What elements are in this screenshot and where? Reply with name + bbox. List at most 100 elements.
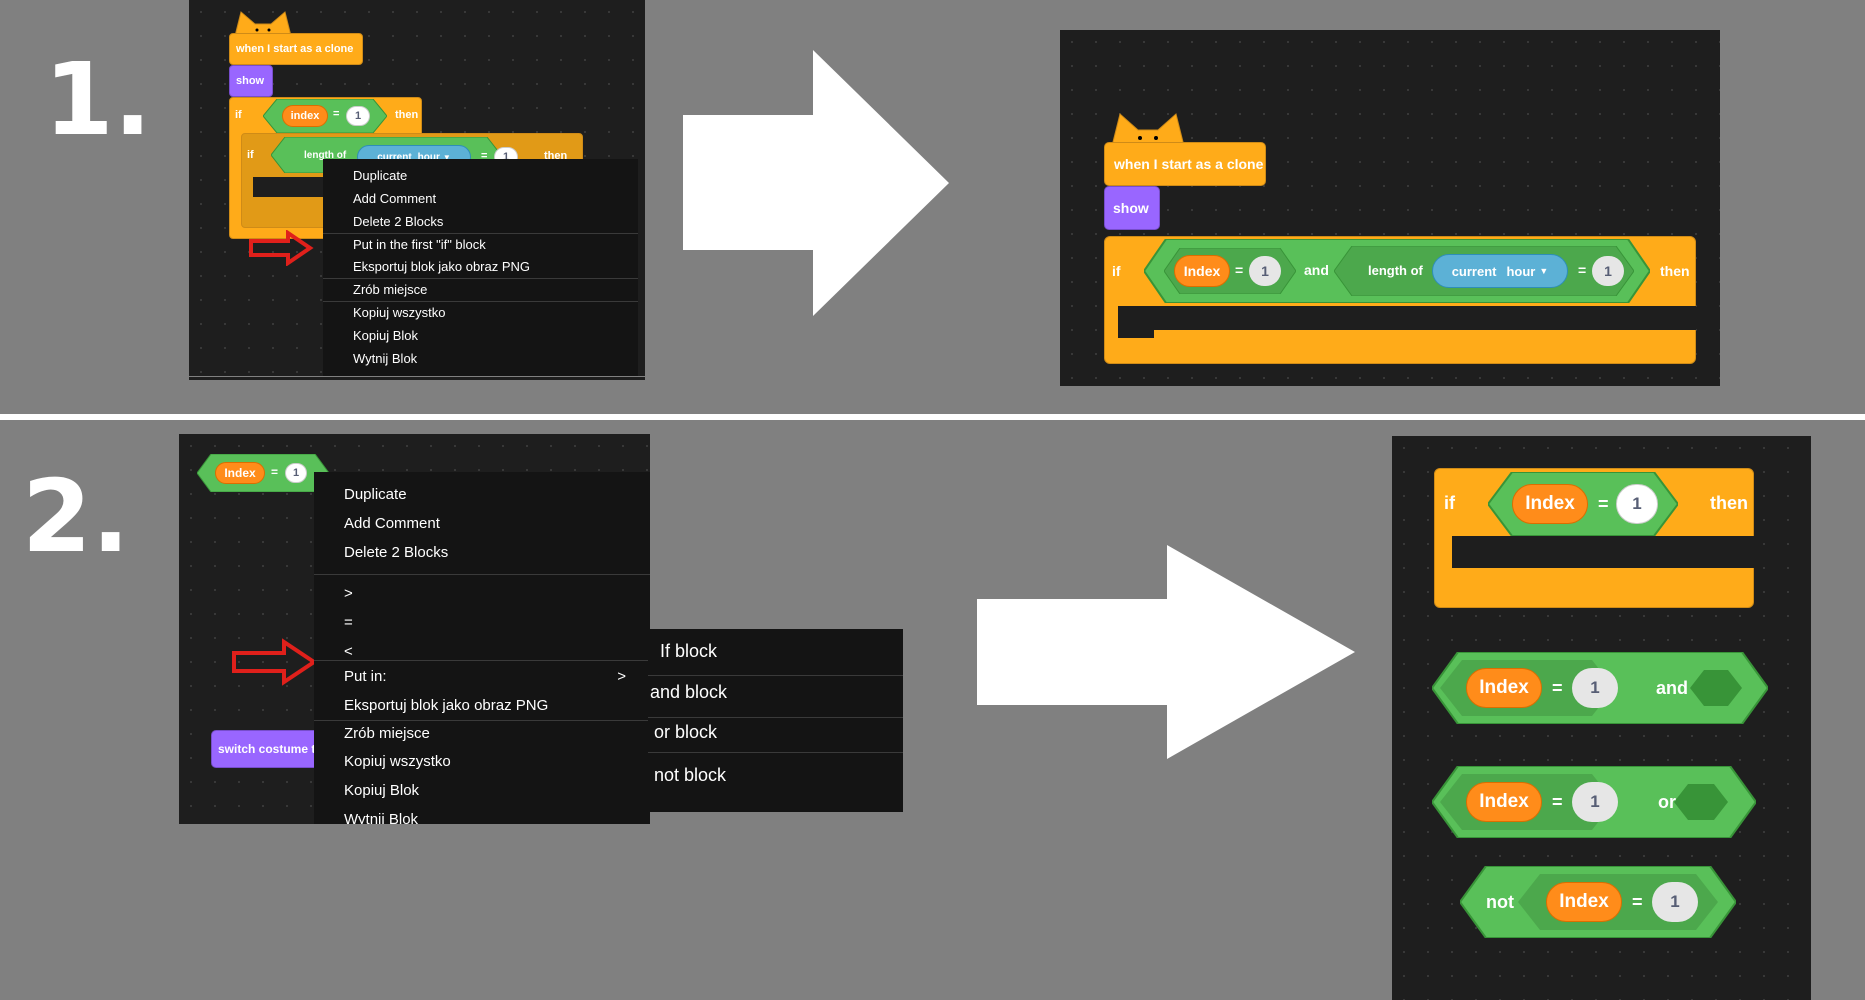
menu-item-copy-all[interactable]: Kopiuj wszystko — [323, 301, 638, 323]
show-block-label: show — [1113, 200, 1149, 216]
hat-block-label: when I start as a clone — [236, 43, 354, 55]
value-input-text: 1 — [1590, 678, 1600, 697]
menu-item-put-in[interactable]: Put in: > — [314, 662, 650, 690]
then-label: then — [395, 109, 419, 121]
value-input[interactable]: 1 — [1652, 882, 1698, 922]
value-input[interactable]: 1 — [1572, 668, 1618, 708]
then-label: then — [1660, 263, 1690, 279]
index-variable-pill[interactable]: Index — [1512, 484, 1588, 524]
panel-step2-after: if Index = 1 then Index = 1 and Index = … — [1392, 436, 1811, 1000]
panel-step1-after: when I start as a clone show if Index = … — [1060, 30, 1720, 386]
index-variable-pill[interactable]: Index — [1466, 668, 1542, 708]
current-hour-pill[interactable]: current hour ▼ — [1432, 254, 1568, 288]
pointer-arrow-icon — [232, 638, 318, 686]
show-block[interactable]: show — [1104, 186, 1160, 230]
equals-label: = — [333, 108, 340, 120]
value-input[interactable]: 1 — [346, 106, 370, 126]
hat-block-clone[interactable]: when I start as a clone — [1104, 142, 1266, 186]
submenu-item-if[interactable]: If block — [648, 635, 903, 667]
value-input-text: 1 — [1590, 792, 1600, 811]
menu-item-add-comment[interactable]: Add Comment — [314, 509, 650, 537]
inner-if-label: if — [247, 149, 254, 161]
pointer-arrow-icon — [249, 230, 314, 266]
switch-costume-block[interactable]: switch costume t — [211, 730, 331, 768]
index-variable-pill[interactable]: Index — [1174, 255, 1230, 287]
index-variable-pill[interactable]: Index — [1466, 782, 1542, 822]
if-label: if — [1444, 493, 1455, 513]
equals-label: = — [271, 465, 279, 479]
menu-item-export-png[interactable]: Eksportuj blok jako obraz PNG — [323, 255, 638, 277]
panel-step1-before: when I start as a clone show if index = … — [189, 0, 645, 376]
value-input[interactable]: 1 — [1616, 484, 1658, 524]
submenu-item-not[interactable]: not block — [648, 757, 903, 793]
panel-step2-before: Index = 1 switch costume t Duplicate Add… — [179, 434, 650, 824]
value-input[interactable]: 1 — [1572, 782, 1618, 822]
menu-item-make-space[interactable]: Zrób miejsce — [314, 720, 650, 746]
length-value-text: 1 — [1604, 263, 1612, 279]
value-input-text: 1 — [1632, 494, 1642, 513]
menu-item-put-in-if[interactable]: Put in the first "if" block — [323, 233, 638, 255]
if-label: if — [235, 109, 242, 121]
empty-slot — [1452, 536, 1754, 568]
not-label: not — [1486, 892, 1514, 912]
menu-item-make-space[interactable]: Zrób miejsce — [323, 278, 638, 300]
menu-item-greater-than[interactable]: > — [314, 580, 650, 606]
index-variable-pill[interactable]: Index — [1546, 882, 1622, 922]
value-input-text: 1 — [1261, 263, 1269, 279]
if-label: if — [1112, 263, 1121, 279]
submenu-put-in: If block and block or block not block — [648, 629, 903, 812]
menu-item-cut-block[interactable]: Wytnij Blok — [323, 347, 638, 369]
length-value-input[interactable]: 1 — [1592, 256, 1624, 286]
value-input-text: 1 — [354, 110, 362, 122]
index-variable-pill[interactable]: Index — [215, 462, 265, 484]
equals-label: = — [1552, 792, 1563, 812]
menu-item-duplicate[interactable]: Duplicate — [323, 164, 638, 186]
switch-costume-label: switch costume t — [218, 742, 316, 756]
show-block[interactable]: show — [229, 65, 273, 97]
menu-item-equals[interactable]: = — [314, 609, 650, 635]
index-variable-label: Index — [224, 466, 256, 480]
length-equals-label: = — [1578, 262, 1587, 278]
equals-label: = — [1552, 678, 1563, 698]
value-input[interactable]: 1 — [1249, 256, 1281, 286]
hat-block-clone[interactable]: when I start as a clone — [229, 33, 363, 65]
index-variable-label: Index — [1479, 791, 1529, 812]
current-label: current — [1451, 263, 1497, 279]
equals-label: = — [1598, 494, 1609, 514]
hat-block-label: when I start as a clone — [1114, 156, 1264, 172]
chevron-down-icon: ▼ — [1539, 266, 1549, 276]
index-variable-label: Index — [1559, 891, 1609, 912]
menu-item-add-comment[interactable]: Add Comment — [323, 187, 638, 209]
submenu-item-or[interactable]: or block — [648, 715, 903, 749]
menu-item-delete[interactable]: Delete 2 Blocks — [314, 538, 650, 566]
cat-ears-icon — [1111, 113, 1185, 146]
context-menu-1: Duplicate Add Comment Delete 2 Blocks Pu… — [323, 159, 638, 376]
and-label: and — [1656, 678, 1689, 698]
slot-notch — [1118, 306, 1154, 338]
length-of-label: length of — [1368, 263, 1423, 278]
menu-item-copy-block[interactable]: Kopiuj Blok — [314, 777, 650, 803]
menu-separator — [648, 752, 903, 753]
big-arrow-right-icon — [683, 50, 949, 316]
step-number-2: 2. — [22, 458, 130, 575]
menu-item-put-in-label: Put in: — [344, 667, 387, 685]
index-variable-pill[interactable]: index — [282, 105, 328, 127]
show-block-label: show — [236, 75, 265, 87]
submenu-item-and[interactable]: and block — [648, 675, 903, 709]
menu-item-duplicate[interactable]: Duplicate — [314, 480, 650, 508]
hour-label: hour — [1506, 263, 1536, 279]
menu-item-delete[interactable]: Delete 2 Blocks — [323, 210, 638, 232]
step-number-1: 1. — [44, 41, 152, 158]
empty-slot — [253, 177, 323, 197]
or-label: or — [1658, 792, 1676, 812]
panel-1-underline — [189, 377, 645, 380]
equals-label: = — [1632, 892, 1643, 912]
then-label: then — [1710, 493, 1748, 513]
menu-item-export-png[interactable]: Eksportuj blok jako obraz PNG — [314, 691, 650, 719]
index-variable-label: index — [290, 110, 320, 122]
menu-item-copy-all[interactable]: Kopiuj wszystko — [314, 748, 650, 774]
menu-item-copy-block[interactable]: Kopiuj Blok — [323, 324, 638, 346]
menu-item-cut-block[interactable]: Wytnij Blok — [314, 806, 650, 825]
value-input[interactable]: 1 — [285, 463, 307, 483]
empty-slot — [1118, 306, 1696, 330]
